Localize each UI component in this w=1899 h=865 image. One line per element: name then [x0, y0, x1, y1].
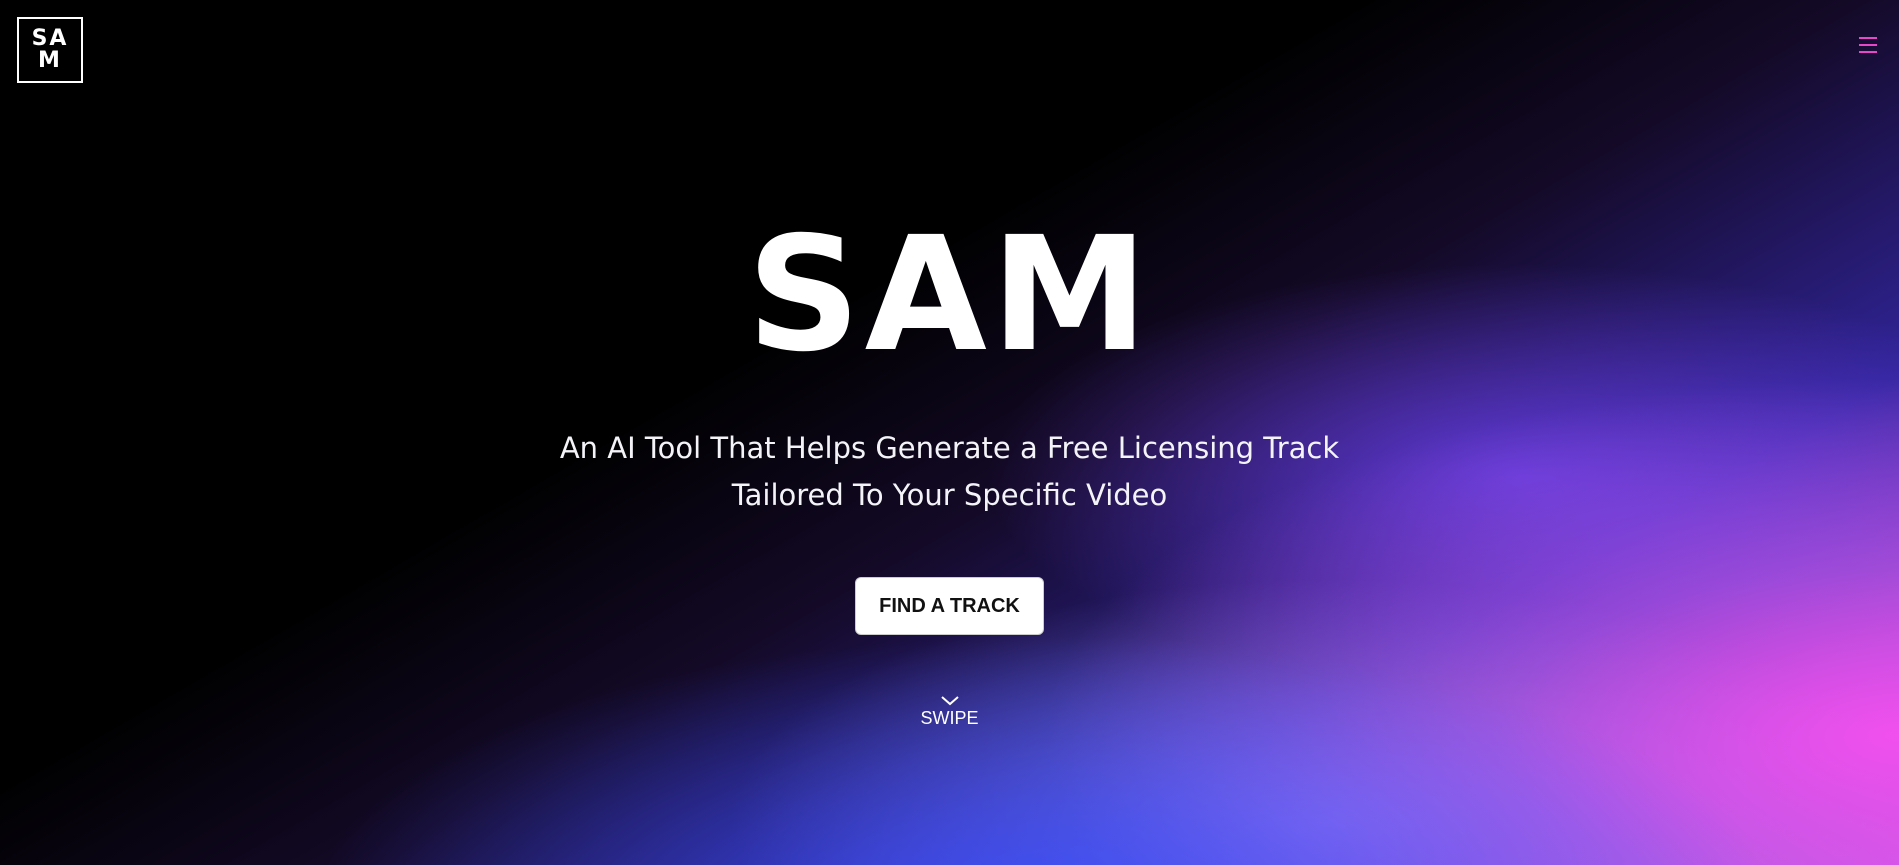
swipe-label: SWIPE: [920, 708, 979, 728]
hero-subtitle-line2: Tailored To Your Specific Video: [731, 478, 1168, 512]
swipe-indicator[interactable]: SWIPE: [0, 695, 1899, 729]
hero-title: SAM: [746, 203, 1153, 387]
logo-text-line1: SA: [31, 26, 69, 51]
landing-page: SA M SAM An AI Tool That Helps Generate …: [0, 0, 1899, 865]
logo-text-line2: M: [38, 48, 62, 73]
find-a-track-button[interactable]: FIND A TRACK: [855, 577, 1044, 635]
hero-subtitle: An AI Tool That Helps Generate a Free Li…: [0, 425, 1899, 519]
hamburger-menu-icon[interactable]: [1859, 37, 1877, 53]
chevron-down-icon: [940, 696, 959, 706]
hero-subtitle-line1: An AI Tool That Helps Generate a Free Li…: [559, 431, 1340, 465]
logo[interactable]: SA M: [17, 17, 83, 83]
